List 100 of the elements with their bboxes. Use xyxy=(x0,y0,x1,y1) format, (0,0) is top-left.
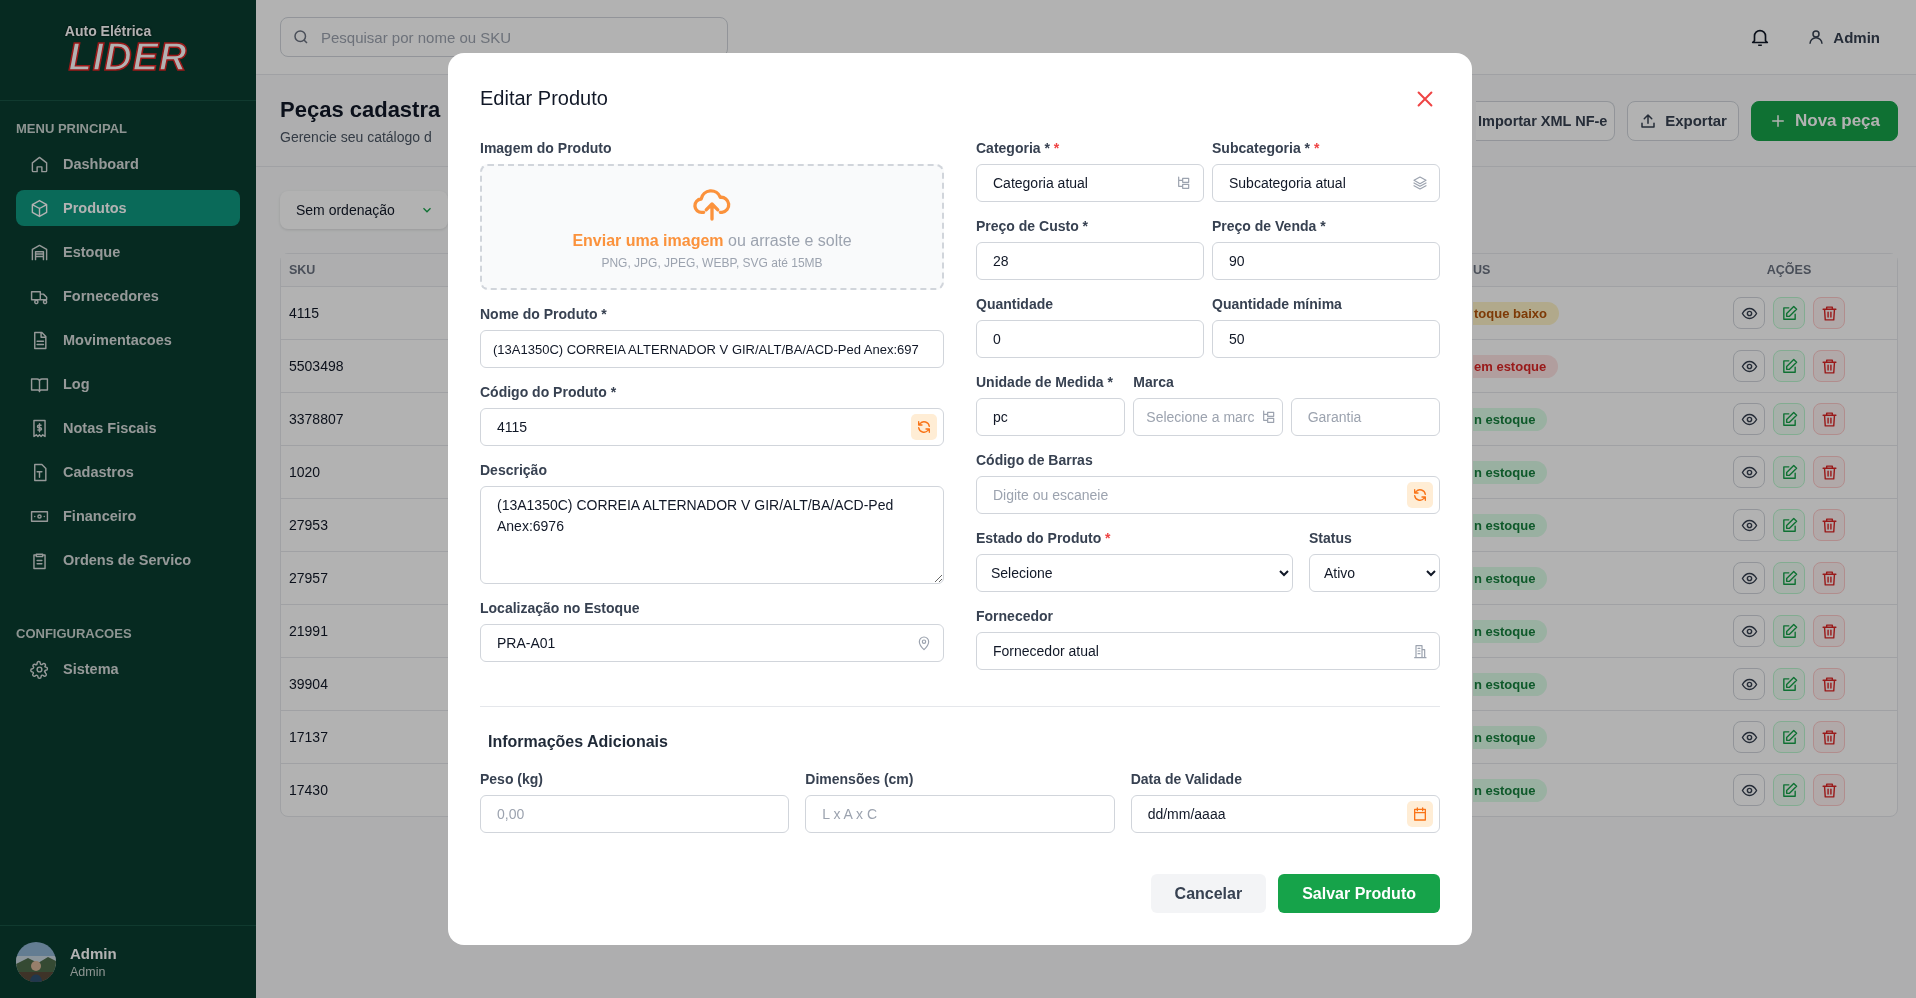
user-menu[interactable]: Admin xyxy=(1807,28,1880,46)
date-field[interactable]: dd/mm/aaaa xyxy=(1130,795,1440,833)
delete-button[interactable] xyxy=(1813,721,1845,753)
settings-icon xyxy=(30,659,49,679)
brand-select[interactable]: Selecione a marc xyxy=(1133,398,1283,436)
view-button[interactable] xyxy=(1733,403,1765,435)
view-button[interactable] xyxy=(1733,509,1765,541)
upload-prompt: Enviar uma imagem ou arraste e solte xyxy=(572,232,852,250)
trash-icon xyxy=(1820,728,1838,746)
status-badge: toque baixo xyxy=(1473,301,1559,325)
status-badge: n estoque xyxy=(1473,778,1548,802)
edit-button[interactable] xyxy=(1773,297,1805,329)
delete-button[interactable] xyxy=(1813,403,1845,435)
nav-item[interactable]: Financeiro xyxy=(16,498,240,534)
table-cell-text: 21991 xyxy=(288,623,329,639)
view-button[interactable] xyxy=(1733,297,1765,329)
input-field[interactable]: (13A1350C) CORREIA ALTERNADOR V GIR/ALT/BA/ACD-Ped Anex:697 xyxy=(480,330,944,368)
status-badge: n estoque xyxy=(1473,672,1548,696)
field-label: Status xyxy=(1309,530,1353,548)
nav-item[interactable]: Dashboard xyxy=(16,146,240,182)
view-button[interactable] xyxy=(1733,721,1765,753)
nav-item[interactable]: Movimentacoes xyxy=(16,322,240,358)
delete-button[interactable] xyxy=(1813,615,1845,647)
view-button[interactable] xyxy=(1733,456,1765,488)
input-field[interactable]: PRA-A01 xyxy=(480,624,944,662)
input-field[interactable]: Categoria atual xyxy=(976,164,1204,202)
input-field[interactable]: Fornecedor atual xyxy=(976,632,1440,670)
header-button[interactable]: Importar XML NF-e xyxy=(1476,100,1615,141)
status-badge: em estoque xyxy=(1473,354,1559,378)
required-mark: * xyxy=(1053,140,1060,156)
input-field[interactable]: Digite ou escaneie xyxy=(976,476,1440,514)
field-label: Fornecedor xyxy=(976,608,1054,626)
delete-button[interactable] xyxy=(1813,297,1845,329)
delete-button[interactable] xyxy=(1813,562,1845,594)
section-title: CONFIGURACOES xyxy=(16,626,133,641)
status-badge: n estoque xyxy=(1473,407,1548,431)
field-label: Código do Produto * xyxy=(480,384,618,402)
nav-item[interactable]: Notas Fiscais xyxy=(16,410,240,446)
edit-button[interactable] xyxy=(1773,562,1805,594)
search-field[interactable]: Pesquisar por nome ou SKU xyxy=(280,17,728,57)
edit-icon xyxy=(1780,675,1798,693)
input-field[interactable]: 50 xyxy=(1212,320,1440,358)
user-role: Admin xyxy=(70,965,107,979)
input-field[interactable]: pc xyxy=(976,398,1126,436)
view-button[interactable] xyxy=(1733,668,1765,700)
input-field[interactable]: 28 xyxy=(976,242,1204,280)
input-field[interactable]: L x A x C xyxy=(805,795,1115,833)
view-button[interactable] xyxy=(1733,562,1765,594)
edit-button[interactable] xyxy=(1773,668,1805,700)
field-label: Quantidade mínima xyxy=(1212,296,1343,314)
edit-button[interactable] xyxy=(1773,721,1805,753)
edit-button[interactable] xyxy=(1773,509,1805,541)
trash-icon xyxy=(1820,569,1838,587)
status-select[interactable]: Ativo xyxy=(1309,554,1440,592)
regenerate-button[interactable] xyxy=(911,414,937,440)
input-field[interactable]: 0 xyxy=(976,320,1204,358)
trash-icon xyxy=(1820,516,1838,534)
input-field[interactable]: 90 xyxy=(1212,242,1440,280)
input-field[interactable]: Subcategoria atual xyxy=(1212,164,1440,202)
edit-button[interactable] xyxy=(1773,456,1805,488)
delete-button[interactable] xyxy=(1813,350,1845,382)
cancel-button[interactable]: Cancelar xyxy=(1150,874,1267,913)
nav-item[interactable]: Sistema xyxy=(16,651,240,687)
input-field[interactable]: 4115 xyxy=(480,408,944,446)
trash-icon xyxy=(1820,622,1838,640)
upload-hint: PNG, JPG, JPEG, WEBP, SVG até 15MB xyxy=(601,256,823,270)
nav-item[interactable]: Fornecedores xyxy=(16,278,240,314)
nav-item[interactable]: Cadastros xyxy=(16,454,240,490)
user-icon xyxy=(1807,28,1826,46)
nav-item[interactable]: Estoque xyxy=(16,234,240,270)
header-button[interactable]: Exportar xyxy=(1627,100,1739,141)
nav-item[interactable]: Ordens de Servico xyxy=(16,542,240,578)
view-button[interactable] xyxy=(1733,774,1765,806)
view-button[interactable] xyxy=(1733,615,1765,647)
input-field[interactable]: Garantia xyxy=(1290,398,1440,436)
view-button[interactable] xyxy=(1733,350,1765,382)
nav-item[interactable]: Log xyxy=(16,366,240,402)
field-label: Unidade de Medida * xyxy=(976,374,1114,392)
edit-button[interactable] xyxy=(1773,350,1805,382)
input-field[interactable]: 0,00 xyxy=(480,795,790,833)
regenerate-button[interactable] xyxy=(1407,482,1433,508)
calendar-button[interactable] xyxy=(1407,801,1433,827)
section-title: MENU PRINCIPAL xyxy=(16,121,128,136)
layers-icon xyxy=(1412,175,1428,191)
edit-button[interactable] xyxy=(1773,615,1805,647)
edit-icon xyxy=(1780,304,1798,322)
column-header: US xyxy=(1473,263,1492,277)
edit-button[interactable] xyxy=(1773,774,1805,806)
delete-button[interactable] xyxy=(1813,668,1845,700)
delete-button[interactable] xyxy=(1813,456,1845,488)
condition-select[interactable]: Selecione xyxy=(976,554,1293,592)
sort-select[interactable]: Sem ordenação xyxy=(280,191,448,229)
delete-button[interactable] xyxy=(1813,774,1845,806)
delete-button[interactable] xyxy=(1813,509,1845,541)
description-field[interactable]: (13A1350C) CORREIA ALTERNADOR V GIR/ALT/BA/ACD-Ped Anex:6976 xyxy=(480,486,944,584)
logo-text: LIDER xyxy=(68,38,188,76)
field-label: Categoria * * xyxy=(976,140,1061,158)
calendar-icon xyxy=(1412,806,1428,822)
tree-icon xyxy=(1260,409,1277,425)
edit-button[interactable] xyxy=(1773,403,1805,435)
